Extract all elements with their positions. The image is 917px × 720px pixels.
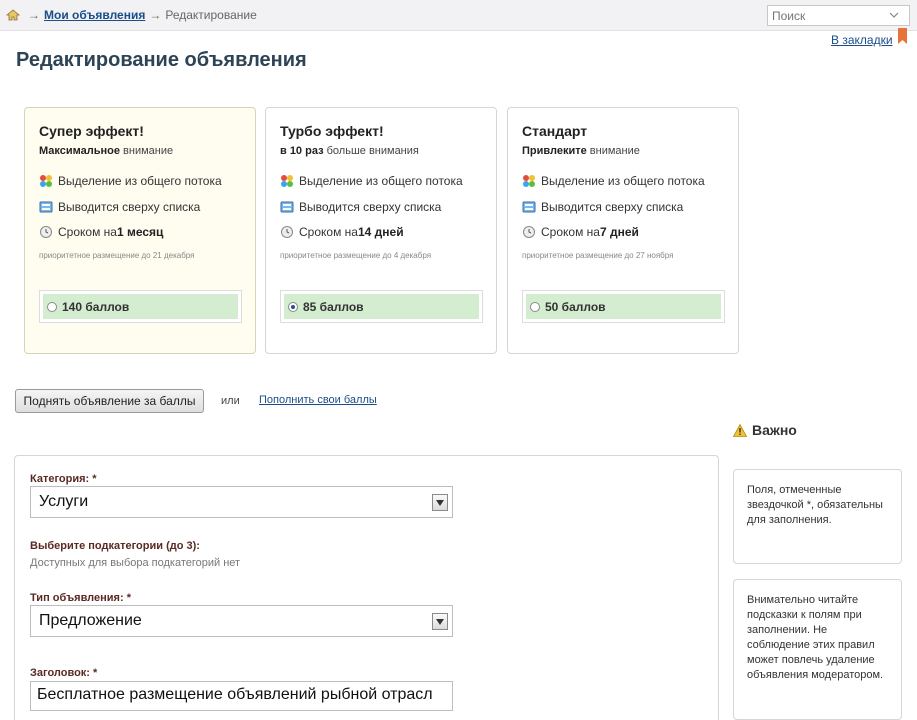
plan-feature-top: Выводится сверху списка	[522, 200, 683, 214]
plan-note: приоритетное размещение до 4 декабря	[280, 251, 432, 260]
plan-radio[interactable]	[288, 301, 298, 312]
important-note-rules: Внимательно читайте подсказки к полям пр…	[733, 579, 902, 720]
important-note-required: Поля, отмеченные звездочкой *, обязатель…	[733, 469, 902, 564]
title-label: Заголовок: *	[30, 667, 98, 679]
plan-feature-duration: Сроком на 1 месяц	[39, 225, 163, 239]
list-top-icon	[39, 201, 53, 213]
plan-feature-highlight: Выделение из общего потока	[522, 174, 705, 188]
warning-icon	[733, 423, 747, 437]
clock-icon	[281, 226, 293, 238]
plan-subtitle: в 10 раз больше внимания	[280, 145, 419, 157]
ad-type-select[interactable]: Предложение	[30, 605, 453, 637]
title-input[interactable]: Бесплатное размещение объявлений рыбной …	[30, 681, 453, 711]
plan-price: 140 баллов	[62, 299, 130, 314]
plan-feature-highlight: Выделение из общего потока	[39, 174, 222, 188]
clock-icon	[40, 226, 52, 238]
list-top-icon	[280, 201, 294, 213]
home-icon[interactable]	[6, 9, 20, 21]
plan-feature-highlight: Выделение из общего потока	[280, 174, 463, 188]
ad-form: Категория: * Услуги Выберите подкатегори…	[14, 455, 719, 720]
ad-type-label: Тип объявления: *	[30, 592, 131, 604]
plan-price-option[interactable]: 50 баллов	[522, 290, 725, 323]
page-title: Редактирование объявления	[16, 49, 307, 71]
pinwheel-icon	[523, 175, 535, 187]
plan-feature-duration: Сроком на 14 дней	[280, 225, 404, 239]
plan-price-option[interactable]: 85 баллов	[280, 290, 483, 323]
plan-note: приоритетное размещение до 27 ноября	[522, 251, 674, 260]
plan-title: Супер эффект!	[39, 123, 144, 139]
plan-price: 50 баллов	[545, 299, 606, 314]
clock-icon	[523, 226, 535, 238]
subcategory-label: Выберите подкатегории (до 3):	[30, 540, 200, 552]
top-bar: → Мои объявления → Редактирование	[0, 0, 917, 31]
plan-subtitle: Привлеките внимание	[522, 145, 640, 157]
breadcrumb-current: Редактирование	[165, 8, 257, 22]
bookmark-link[interactable]: В закладки	[831, 33, 893, 47]
or-text: или	[221, 395, 240, 407]
plan-title: Турбо эффект!	[280, 123, 384, 139]
list-top-icon	[522, 201, 536, 213]
plan-note: приоритетное размещение до 21 декабря	[39, 251, 195, 260]
breadcrumb-separator: →	[149, 8, 162, 22]
category-select[interactable]: Услуги	[30, 486, 453, 518]
plan-price-option[interactable]: 140 баллов	[39, 290, 242, 323]
plan-radio[interactable]	[530, 301, 540, 312]
chevron-down-icon[interactable]	[432, 613, 448, 630]
breadcrumb-my-ads-link[interactable]: Мои объявления	[44, 8, 145, 22]
subcategory-hint: Доступных для выбора подкатегорий нет	[30, 557, 241, 569]
plan-subtitle: Максимальное внимание	[39, 145, 174, 157]
topup-points-link[interactable]: Пополнить свои баллы	[259, 394, 377, 406]
raise-ad-button[interactable]: Поднять объявление за баллы	[15, 389, 204, 413]
plan-card-turbo[interactable]: Турбо эффект! в 10 раз больше внимания В…	[265, 107, 497, 354]
breadcrumb: → Мои объявления → Редактирование	[6, 8, 257, 22]
plan-card-super[interactable]: Супер эффект! Максимальное внимание Выде…	[24, 107, 256, 354]
plan-feature-duration: Сроком на 7 дней	[522, 225, 639, 239]
plan-feature-top: Выводится сверху списка	[280, 200, 441, 214]
category-label: Категория: *	[30, 473, 97, 485]
plan-card-standard[interactable]: Стандарт Привлеките внимание Выделение и…	[507, 107, 739, 354]
bookmark-icon[interactable]	[897, 28, 908, 44]
plan-feature-top: Выводится сверху списка	[39, 200, 200, 214]
breadcrumb-separator: →	[28, 8, 40, 22]
chevron-down-icon[interactable]	[888, 9, 900, 21]
plan-price: 85 баллов	[303, 299, 364, 314]
plan-title: Стандарт	[522, 123, 588, 139]
pinwheel-icon	[40, 175, 52, 187]
plan-radio[interactable]	[47, 301, 57, 312]
pinwheel-icon	[281, 175, 293, 187]
important-heading: Важно	[733, 422, 797, 438]
chevron-down-icon[interactable]	[432, 494, 448, 511]
